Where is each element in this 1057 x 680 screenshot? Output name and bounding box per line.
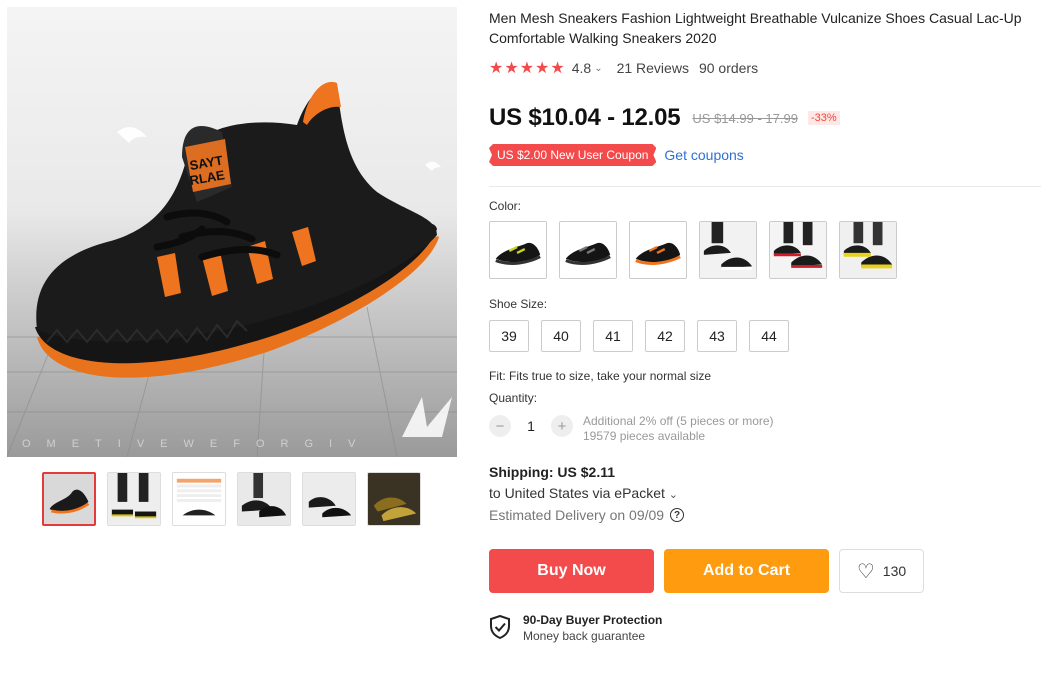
orders-count: 90 orders [698,60,759,76]
size-label: Shoe Size: [489,297,548,311]
get-coupons-link[interactable]: Get coupons [664,147,743,163]
bulk-discount-note: Additional 2% off (5 pieces or more) [583,414,774,428]
current-price: US $10.04 - 12.05 [489,104,681,131]
coupon-row: US $2.00 New User Coupon Get coupons [489,144,1049,166]
color-label: Color: [489,199,522,213]
new-user-coupon[interactable]: US $2.00 New User Coupon [489,144,656,166]
thumbnail-4[interactable] [237,472,291,526]
star-rating-icon: ★★★★★ [489,60,566,77]
color-option-red-worn[interactable] [769,221,827,279]
price-row: US $10.04 - 12.05 US $14.99 - 17.99 -33% [489,104,1049,132]
decrease-quantity-button[interactable]: − [489,415,511,437]
chevron-down-icon[interactable]: ⌄ [594,63,602,74]
wishlist-count: 130 [882,563,907,579]
quantity-input[interactable]: 1 [511,415,551,437]
original-price: US $14.99 - 17.99 [692,110,798,126]
color-option-yellow-worn[interactable] [839,221,897,279]
sneaker-image: SAYT RLAE OMETIVEWEFORGIV [7,81,457,457]
shipping-price: Shipping: US $2.11 [489,464,616,480]
color-option-black-white-worn[interactable] [699,221,757,279]
rating-row: ★★★★★ 4.8 ⌄ 21 Reviews 90 orders [489,58,1049,78]
product-details: Men Mesh Sneakers Fashion Lightweight Br… [489,8,1049,643]
size-option-39[interactable]: 39 [489,320,529,352]
thumbnail-6[interactable] [367,472,421,526]
divider [489,186,1041,187]
protection-title: 90-Day Buyer Protection [523,613,663,627]
fit-note: Fit: Fits true to size, take your normal… [489,369,712,383]
chevron-down-icon: ⌄ [668,489,678,501]
thumbnail-3[interactable] [172,472,226,526]
quantity-info: Additional 2% off (5 pieces or more) 195… [583,414,774,444]
color-option-black-gray[interactable] [559,221,617,279]
rating-value[interactable]: 4.8 [572,60,591,76]
add-to-cart-button[interactable]: Add to Cart [664,549,829,593]
action-buttons: Buy Now Add to Cart ♡ 130 [489,549,1049,593]
main-product-image[interactable]: SAYT RLAE OMETIVEWEFORGIV [7,7,457,457]
heart-icon: ♡ [856,560,875,583]
thumbnail-5[interactable] [302,472,356,526]
color-option-black-orange[interactable] [629,221,687,279]
thumbnail-2[interactable] [107,472,161,526]
protection-subtitle: Money back guarantee [523,629,646,643]
shipping-destination-text: to United States via ePacket [489,485,665,501]
product-gallery: SAYT RLAE OMETIVEWEFORGIV [7,7,457,526]
increase-quantity-button[interactable]: + [551,415,573,437]
delivery-date: Estimated Delivery on 09/09 [489,507,665,523]
thumbnail-1[interactable] [42,472,96,526]
thumbnail-strip [42,472,421,526]
buyer-protection: 90-Day Buyer Protection Money back guara… [489,613,1049,643]
discount-badge: -33% [807,111,840,125]
size-options: 39 40 41 42 43 44 [489,320,1049,352]
shield-check-icon [490,615,510,639]
size-option-41[interactable]: 41 [593,320,633,352]
stock-available: 19579 pieces available [583,429,706,443]
size-option-40[interactable]: 40 [541,320,581,352]
size-option-44[interactable]: 44 [749,320,789,352]
buy-now-button[interactable]: Buy Now [489,549,654,593]
color-options [489,221,1049,279]
wishlist-button[interactable]: ♡ 130 [839,549,924,593]
color-option-black-yellow[interactable] [489,221,547,279]
help-icon[interactable]: ? [670,508,685,522]
estimated-delivery: Estimated Delivery on 09/09 ? [489,507,1049,523]
reviews-link[interactable]: 21 Reviews [617,60,689,76]
product-title: Men Mesh Sneakers Fashion Lightweight Br… [489,10,1022,46]
size-option-42[interactable]: 42 [645,320,685,352]
quantity-label: Quantity: [489,391,538,405]
watermark-text: OMETIVEWEFORGIV [22,438,371,450]
shipping-destination[interactable]: to United States via ePacket ⌄ [489,485,1049,501]
quantity-stepper: − 1 + Additional 2% off (5 pieces or mor… [489,414,1049,444]
size-option-43[interactable]: 43 [697,320,737,352]
